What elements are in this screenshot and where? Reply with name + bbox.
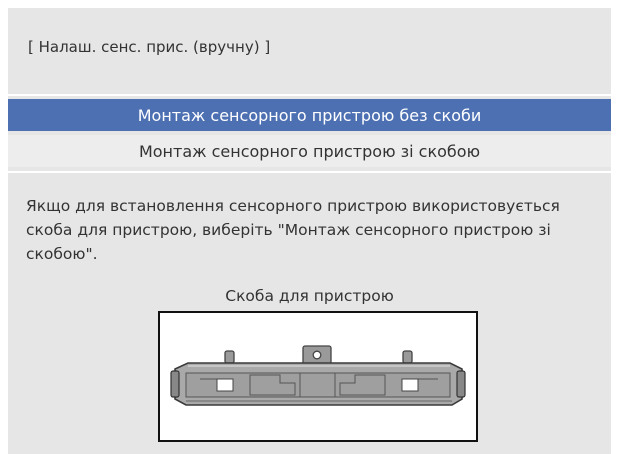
divider — [8, 94, 611, 96]
divider — [8, 171, 611, 173]
menu-item-label: Монтаж сенсорного пристрою зі скобою — [138, 141, 481, 161]
menu-item-with-bracket[interactable]: Монтаж сенсорного пристрою зі скобою — [8, 135, 611, 167]
header: [ Налаш. сенс. прис. (вручну) ] — [8, 8, 611, 92]
menu-item-label: Монтаж сенсорного пристрою без скоби — [137, 105, 482, 125]
menu-item-without-bracket[interactable]: Монтаж сенсорного пристрою без скоби — [8, 99, 611, 131]
page-title: [ Налаш. сенс. прис. (вручну) ] — [28, 38, 271, 56]
figure-caption: Скоба для пристрою — [225, 287, 394, 305]
bracket-image — [158, 311, 478, 442]
description-text: Якщо для встановлення сенсорного пристро… — [26, 197, 560, 263]
settings-panel: [ Налаш. сенс. прис. (вручну) ] Монтаж с… — [8, 8, 611, 454]
bracket-illustration-icon — [170, 345, 466, 406]
